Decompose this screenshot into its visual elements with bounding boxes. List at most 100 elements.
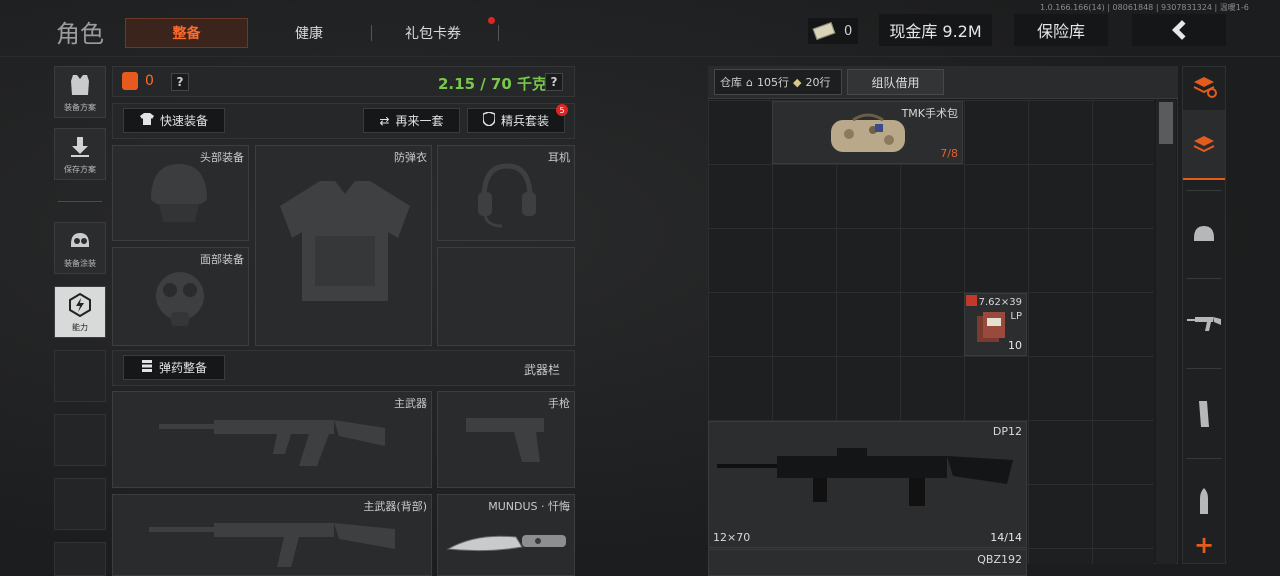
ticket-counter: 0 [808, 18, 858, 44]
rifle-icon[interactable] [1183, 296, 1225, 352]
slot-face[interactable]: 面部装备 [112, 247, 249, 346]
sidebar-item-loadout-plan[interactable]: 装备方案 [54, 66, 106, 118]
rifle-silhouette-icon [159, 420, 385, 466]
weight-value: 2.15 / 70 千克 [438, 75, 548, 93]
shirt-icon [139, 113, 154, 128]
elite-label: 精兵套装 [500, 114, 549, 128]
slot-armor[interactable]: 防弹衣 [255, 145, 432, 346]
slot-empty[interactable] [437, 247, 575, 346]
tab-health[interactable]: 健康 [266, 18, 352, 48]
tab-divider [371, 25, 372, 41]
repeat-label: 再来一套 [395, 114, 444, 128]
stash-item-tmk-kit[interactable]: TMK手术包 7/8 [772, 101, 963, 164]
sidebar-empty-slot [54, 478, 106, 530]
stash-label: 仓库 [720, 76, 742, 89]
tab-gift-cards[interactable]: 礼包卡券 [380, 18, 486, 48]
weapon-bar-label: 武器栏 [524, 363, 561, 377]
helmet-paint-icon [68, 223, 92, 258]
ticket-icon [812, 21, 836, 41]
version-text: 1.0.166.166(14) | 08061848 | 9307831324 … [1040, 3, 1249, 12]
item-name: QBZ192 [977, 553, 1022, 566]
safe-box-button[interactable]: 保险库 [1014, 14, 1108, 46]
cash-vault-button[interactable]: 现金库 9.2M [879, 14, 992, 46]
ammo-icon [141, 359, 153, 376]
item-count: 10 [1008, 339, 1022, 352]
item-count: 7/8 [940, 147, 958, 160]
magazine-icon[interactable] [1183, 386, 1225, 442]
stash-scrollbar[interactable] [1156, 100, 1176, 564]
medkit-bag-icon [831, 113, 905, 152]
stash-scroll-thumb[interactable] [1159, 102, 1173, 144]
tab-divider [498, 25, 499, 41]
quick-equip-label: 快速装备 [159, 114, 208, 128]
headset-icon [478, 163, 536, 228]
sidebar-item-label: 能力 [72, 323, 88, 332]
team-borrow-tab[interactable]: 组队借用 [847, 69, 944, 95]
stash-item-ammo-762[interactable]: 7.62×39 LP 10 [964, 293, 1027, 356]
sidebar-empty-slot [54, 542, 106, 576]
helmet-icon [151, 164, 207, 222]
rail-divider [1186, 278, 1222, 279]
rail-divider [1186, 368, 1222, 369]
slot-label: 面部装备 [200, 253, 244, 266]
vest-icon [69, 67, 91, 102]
stash-capacity[interactable]: 仓库 ⌂ 105行 ◆ 20行 [714, 69, 842, 95]
sidebar-item-equipment-skin[interactable]: 装备涂装 [54, 222, 106, 274]
slot-label: 耳机 [548, 151, 570, 164]
backpack-count: 0 [145, 73, 154, 89]
weight-help-button[interactable]: ? [545, 73, 563, 91]
page-title: 角色 [56, 20, 104, 48]
knife-icon [446, 535, 566, 552]
ticket-icon: ◆ [792, 75, 802, 89]
slot-primary-weapon[interactable]: 主武器 [112, 391, 432, 488]
stash-item-dp12[interactable]: DP12 12×70 14/14 [708, 421, 1027, 548]
bullet-icon[interactable] [1183, 476, 1225, 526]
sidebar-item-save-plan[interactable]: 保存方案 [54, 128, 106, 180]
slot-headset[interactable]: 耳机 [437, 145, 575, 241]
stash-item-qbz192[interactable]: QBZ192 [708, 549, 1027, 576]
gas-mask-icon [156, 272, 204, 326]
elite-count-badge: 5 [556, 104, 568, 116]
ammo-box-icon [977, 312, 1005, 342]
item-name: 7.62×39 [978, 297, 1022, 308]
backpack-icon [122, 72, 138, 90]
stash-rows: 105行 [756, 76, 789, 89]
download-icon [69, 129, 91, 164]
quick-equip-button[interactable]: 快速装备 [123, 108, 225, 133]
stash-extra-rows: 20行 [805, 76, 831, 89]
sidebar-empty-slot [54, 350, 106, 402]
sidebar-item-ability[interactable]: 能力 [54, 286, 106, 338]
ammo-equip-label: 弹药整备 [158, 361, 207, 375]
slot-label: MUNDUS · 忏悔 [488, 500, 570, 513]
helmet-icon[interactable] [1183, 206, 1225, 262]
elite-kit-button[interactable]: 精兵套装 [467, 108, 565, 133]
sidebar-item-label: 装备方案 [64, 103, 96, 112]
stack-active-icon [1193, 136, 1215, 153]
marked-tag [966, 295, 977, 306]
slot-melee[interactable]: MUNDUS · 忏悔 [437, 494, 575, 576]
category-all-tab[interactable] [1183, 110, 1225, 180]
rail-divider [1186, 190, 1222, 191]
slot-head[interactable]: 头部装备 [112, 145, 249, 241]
ammo-equip-button[interactable]: 弹药整备 [123, 355, 225, 380]
back-button[interactable] [1132, 14, 1226, 46]
slot-pistol[interactable]: 手枪 [437, 391, 575, 488]
slot-label: 主武器 [394, 397, 427, 410]
notification-dot [488, 17, 495, 24]
ticket-count: 0 [844, 23, 853, 39]
tab-equip[interactable]: 整备 [125, 18, 248, 48]
slot-primary-weapon-back[interactable]: 主武器(背部) [112, 494, 432, 576]
repeat-loadout-button[interactable]: ⇄ 再来一套 [363, 108, 460, 133]
sidebar-divider [58, 201, 102, 202]
plus-icon[interactable]: + [1183, 530, 1225, 560]
item-name: DP12 [992, 425, 1022, 438]
rifle-silhouette-icon [149, 523, 395, 567]
ability-icon [68, 287, 92, 322]
slot-label: 手枪 [548, 397, 570, 410]
shotgun-icon [717, 448, 1013, 506]
item-ammo-type: 12×70 [713, 531, 751, 544]
help-button[interactable]: ? [171, 73, 189, 91]
house-icon: ⌂ [746, 75, 753, 89]
stack-swap-icon[interactable] [1183, 68, 1225, 104]
refresh-icon: ⇄ [379, 113, 390, 128]
